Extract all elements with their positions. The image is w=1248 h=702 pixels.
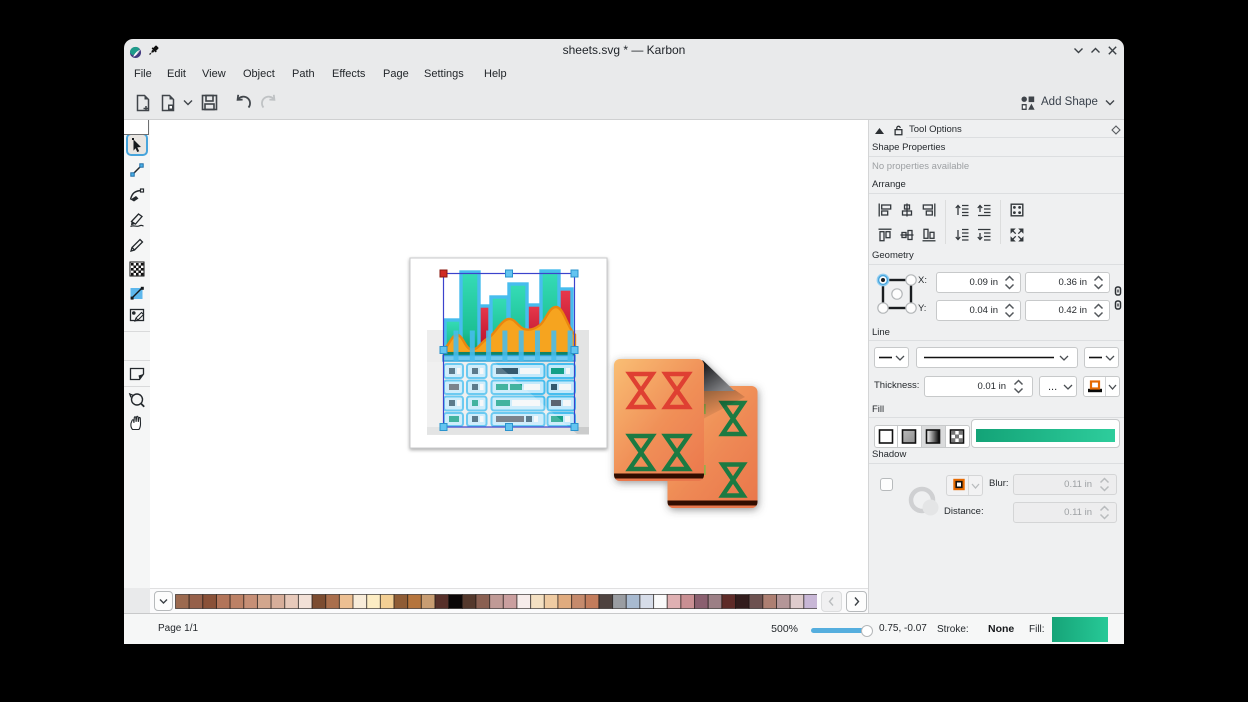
svg-text:...: ... (1048, 381, 1057, 393)
